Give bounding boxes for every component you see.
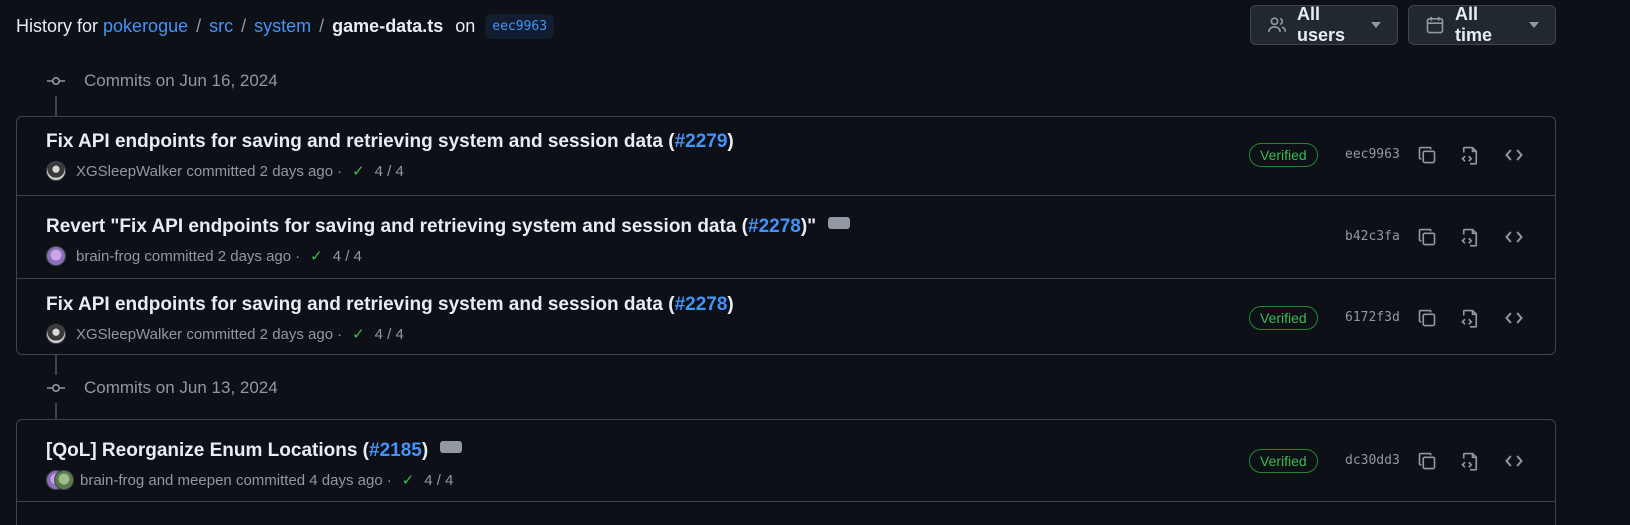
- timeline-line: [55, 96, 57, 116]
- file-code-icon[interactable]: [1458, 306, 1482, 330]
- check-icon[interactable]: ✓: [402, 471, 415, 489]
- path-link-system[interactable]: system: [254, 16, 311, 37]
- pr-link[interactable]: #2278: [675, 294, 728, 315]
- breadcrumb: History for pokerogue / src / system / g…: [16, 10, 555, 42]
- commit-sha[interactable]: 6172f3d: [1345, 310, 1400, 325]
- commit-sha[interactable]: eec9963: [1345, 147, 1400, 162]
- ellipsis-icon[interactable]: [440, 435, 463, 453]
- time-filter-button[interactable]: All time: [1408, 4, 1556, 45]
- copy-icon[interactable]: [1415, 449, 1439, 473]
- verified-badge[interactable]: Verified: [1249, 449, 1318, 473]
- pr-link[interactable]: #2185: [369, 440, 422, 461]
- copy-icon[interactable]: [1415, 143, 1439, 167]
- commit-title[interactable]: [QoL] Reorganize Enum Locations (#2185): [46, 435, 463, 462]
- timeline-line: [55, 355, 57, 375]
- avatar[interactable]: [46, 246, 66, 266]
- code-icon[interactable]: [1502, 306, 1526, 330]
- commit-row: [QoL] Reorganize Enum Locations (#2185) …: [17, 420, 1555, 502]
- author-link[interactable]: XGSleepWalker: [76, 326, 182, 343]
- code-icon[interactable]: [1502, 225, 1526, 249]
- people-icon: [1267, 15, 1287, 35]
- commit-time: committed 2 days ago: [144, 247, 292, 265]
- check-icon[interactable]: ✓: [310, 247, 323, 265]
- commit-title[interactable]: Fix API endpoints for saving and retriev…: [46, 131, 734, 153]
- author-link[interactable]: XGSleepWalker: [76, 163, 182, 180]
- checks-count[interactable]: 4 / 4: [375, 163, 404, 180]
- commit-icon: [46, 378, 66, 398]
- commit-group-header: Commits on Jun 13, 2024: [46, 374, 278, 402]
- commit-group-header: Commits on Jun 16, 2024: [46, 67, 278, 95]
- ellipsis-icon[interactable]: [828, 211, 851, 229]
- commit-title[interactable]: Revert "Fix API endpoints for saving and…: [46, 211, 851, 238]
- path-link-src[interactable]: src: [209, 16, 233, 37]
- history-label: History for: [16, 15, 99, 36]
- checks-count[interactable]: 4 / 4: [375, 326, 404, 343]
- ref-badge[interactable]: eec9963: [485, 13, 555, 39]
- commit-time: committed 4 days ago: [235, 471, 383, 489]
- commit-sha[interactable]: b42c3fa: [1345, 229, 1400, 244]
- chevron-down-icon: [1529, 22, 1539, 28]
- checks-count[interactable]: 4 / 4: [333, 248, 362, 265]
- commit-meta: brain-frog and meepen committed 4 days a…: [46, 470, 453, 490]
- avatar-stack: [46, 470, 74, 490]
- commit-group-date: Commits on Jun 13, 2024: [84, 378, 278, 397]
- check-icon[interactable]: ✓: [352, 325, 365, 343]
- commit-icon: [46, 71, 66, 91]
- file-code-icon[interactable]: [1458, 449, 1482, 473]
- author-link[interactable]: brain-frog: [76, 248, 140, 265]
- repo-link[interactable]: pokerogue: [103, 16, 188, 37]
- file-name: game-data.ts: [332, 15, 444, 36]
- on-label: on: [455, 15, 476, 36]
- author-link[interactable]: brain-frog and meepen: [80, 472, 232, 489]
- avatar[interactable]: [54, 470, 74, 490]
- avatar[interactable]: [46, 324, 66, 344]
- commit-meta: XGSleepWalker committed 2 days ago · ✓ 4…: [46, 324, 404, 344]
- commit-group-date: Commits on Jun 16, 2024: [84, 71, 278, 90]
- calendar-icon: [1425, 15, 1445, 35]
- code-icon[interactable]: [1502, 449, 1526, 473]
- time-filter-label: All time: [1455, 4, 1493, 45]
- file-code-icon[interactable]: [1458, 143, 1482, 167]
- commit-time: committed 2 days ago: [186, 162, 334, 180]
- commit-time: committed 2 days ago: [186, 325, 334, 343]
- commit-row: Fix API endpoints for saving and retriev…: [17, 278, 1555, 354]
- users-filter-label: All users: [1297, 4, 1346, 45]
- file-code-icon[interactable]: [1458, 225, 1482, 249]
- users-filter-button[interactable]: All users: [1250, 4, 1398, 45]
- commit-meta: brain-frog committed 2 days ago · ✓ 4 / …: [46, 246, 362, 266]
- commit-meta: XGSleepWalker committed 2 days ago · ✓ 4…: [46, 161, 404, 181]
- chevron-down-icon: [1371, 22, 1381, 28]
- commit-sha[interactable]: dc30dd3: [1345, 453, 1400, 468]
- commit-row: Fix API endpoints for saving and retriev…: [17, 117, 1555, 195]
- copy-icon[interactable]: [1415, 306, 1439, 330]
- verified-badge[interactable]: Verified: [1249, 306, 1318, 330]
- pr-link[interactable]: #2278: [748, 216, 801, 237]
- pr-link[interactable]: #2279: [675, 131, 728, 152]
- check-icon[interactable]: ✓: [352, 162, 365, 180]
- avatar[interactable]: [46, 161, 66, 181]
- copy-icon[interactable]: [1415, 225, 1439, 249]
- commit-list: Fix API endpoints for saving and retriev…: [16, 116, 1556, 355]
- commit-title[interactable]: Fix API endpoints for saving and retriev…: [46, 294, 734, 316]
- timeline-line: [55, 403, 57, 419]
- code-icon[interactable]: [1502, 143, 1526, 167]
- commit-list: [QoL] Reorganize Enum Locations (#2185) …: [16, 419, 1556, 525]
- commit-row: Revert "Fix API endpoints for saving and…: [17, 195, 1555, 278]
- verified-badge[interactable]: Verified: [1249, 143, 1318, 167]
- checks-count[interactable]: 4 / 4: [424, 472, 453, 489]
